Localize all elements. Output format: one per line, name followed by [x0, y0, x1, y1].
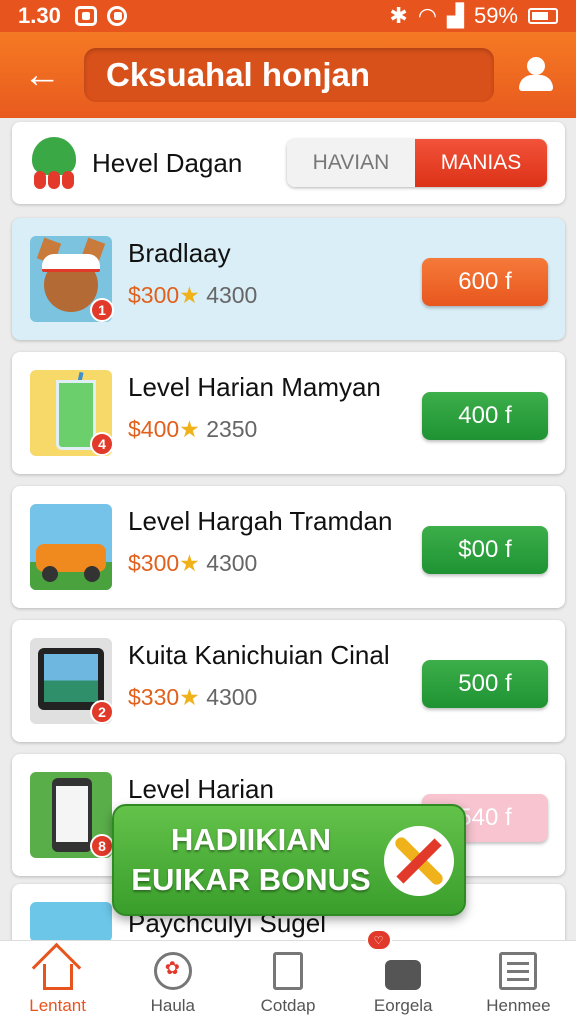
app-header: ← Cksuahal honjan: [0, 32, 576, 118]
star-icon: ★: [179, 416, 200, 442]
buy-button[interactable]: 400 f: [422, 392, 548, 440]
bonus-text: HADIIKIAN EUIKAR BONUS: [126, 820, 376, 900]
battery-icon: [528, 8, 558, 24]
mascot-icon: [30, 137, 78, 189]
item-subtitle: $300★ 4300: [128, 550, 257, 577]
back-arrow-icon[interactable]: ←: [20, 53, 64, 97]
car-thumbnail: [30, 504, 112, 590]
wifi-icon: ◠: [417, 3, 438, 28]
item-count: 4300: [206, 550, 258, 576]
segmented-control: HAVIAN MANIAS: [287, 139, 547, 187]
page-title: Cksuahal honjan: [84, 48, 494, 102]
nav-cotdap[interactable]: Cotdap: [230, 941, 345, 1024]
nav-lentant[interactable]: Lentant: [0, 941, 115, 1024]
item-title: Bradlaay: [128, 238, 231, 268]
item-count: 2350: [206, 416, 258, 442]
item-title: Level Hargah Tramdan: [128, 506, 393, 536]
nav-label: Cotdap: [260, 996, 316, 1015]
level-badge: 2: [90, 700, 114, 724]
nav-label: Henmee: [486, 996, 551, 1015]
signal-icon: ▟: [447, 3, 464, 28]
item-title: Kuita Kanichuian Cinal: [128, 640, 390, 670]
document-icon: [273, 952, 303, 990]
bonus-line-2: EUIKAR BONUS: [131, 862, 371, 897]
home-icon: [42, 964, 73, 990]
bottom-nav: Lentant Haula Cotdap ♡ Eorgela Henmee: [0, 929, 576, 1024]
item-count: 4300: [206, 684, 258, 710]
buy-button[interactable]: 600 f: [422, 258, 548, 306]
level-badge: 8: [90, 834, 114, 858]
item-price: $400: [128, 416, 180, 442]
bonus-line-1: HADIIKIAN: [170, 822, 332, 857]
buy-button[interactable]: $00 f: [422, 526, 548, 574]
nav-henmee[interactable]: Henmee: [461, 941, 576, 1024]
flower-circle-icon: [153, 952, 192, 990]
status-bar: 1.30 ✱ ◠ ▟ 59%: [0, 0, 576, 32]
star-icon: ★: [179, 684, 200, 710]
record-icon: [106, 6, 127, 26]
status-time: 1.30: [18, 3, 61, 28]
close-x-icon[interactable]: [384, 826, 454, 896]
item-title: Level Harian Mamyan: [128, 372, 381, 402]
filter-title: Hevel Dagan: [92, 147, 243, 178]
bag-icon: [385, 960, 422, 990]
notification-badge: ♡: [365, 929, 392, 951]
list-item[interactable]: 1 Bradlaay $300★ 4300 600 f: [12, 218, 565, 340]
item-subtitle: $300★ 4300: [128, 282, 257, 309]
level-badge: 4: [90, 432, 114, 456]
star-icon: ★: [179, 550, 200, 576]
list-item[interactable]: 4 Level Harian Mamyan $400★ 2350 400 f: [12, 352, 565, 474]
food-thumbnail: [30, 902, 112, 942]
star-icon: ★: [179, 282, 200, 308]
tab-havian[interactable]: HAVIAN: [287, 139, 415, 187]
item-price: $300: [128, 282, 180, 308]
list-item[interactable]: 2 Kuita Kanichuian Cinal $330★ 4300 500 …: [12, 620, 565, 742]
item-price: $330: [128, 684, 180, 710]
bonus-banner[interactable]: HADIIKIAN EUIKAR BONUS: [112, 804, 466, 916]
nav-eorgela[interactable]: ♡ Eorgela: [346, 929, 461, 1024]
tab-manias[interactable]: MANIAS: [415, 139, 547, 187]
nav-label: Haula: [150, 996, 196, 1015]
item-subtitle: $400★ 2350: [128, 416, 257, 443]
bluetooth-icon: ✱: [389, 3, 408, 28]
item-count: 4300: [206, 282, 258, 308]
item-title: Level Harian: [128, 774, 274, 804]
battery-level: 59%: [473, 3, 518, 28]
level-badge: 1: [90, 298, 114, 322]
list-item[interactable]: Level Hargah Tramdan $300★ 4300 $00 f: [12, 486, 565, 608]
profile-icon[interactable]: [516, 53, 556, 97]
item-price: $300: [128, 550, 180, 576]
buy-button[interactable]: 500 f: [422, 660, 548, 708]
list-icon: [499, 952, 538, 990]
nav-haula[interactable]: Haula: [115, 941, 230, 1024]
item-subtitle: $330★ 4300: [128, 684, 257, 711]
nav-label: Eorgela: [373, 996, 433, 1015]
filter-card: Hevel Dagan HAVIAN MANIAS: [12, 122, 565, 204]
nav-label: Lentant: [29, 996, 86, 1015]
message-icon: [74, 6, 97, 26]
